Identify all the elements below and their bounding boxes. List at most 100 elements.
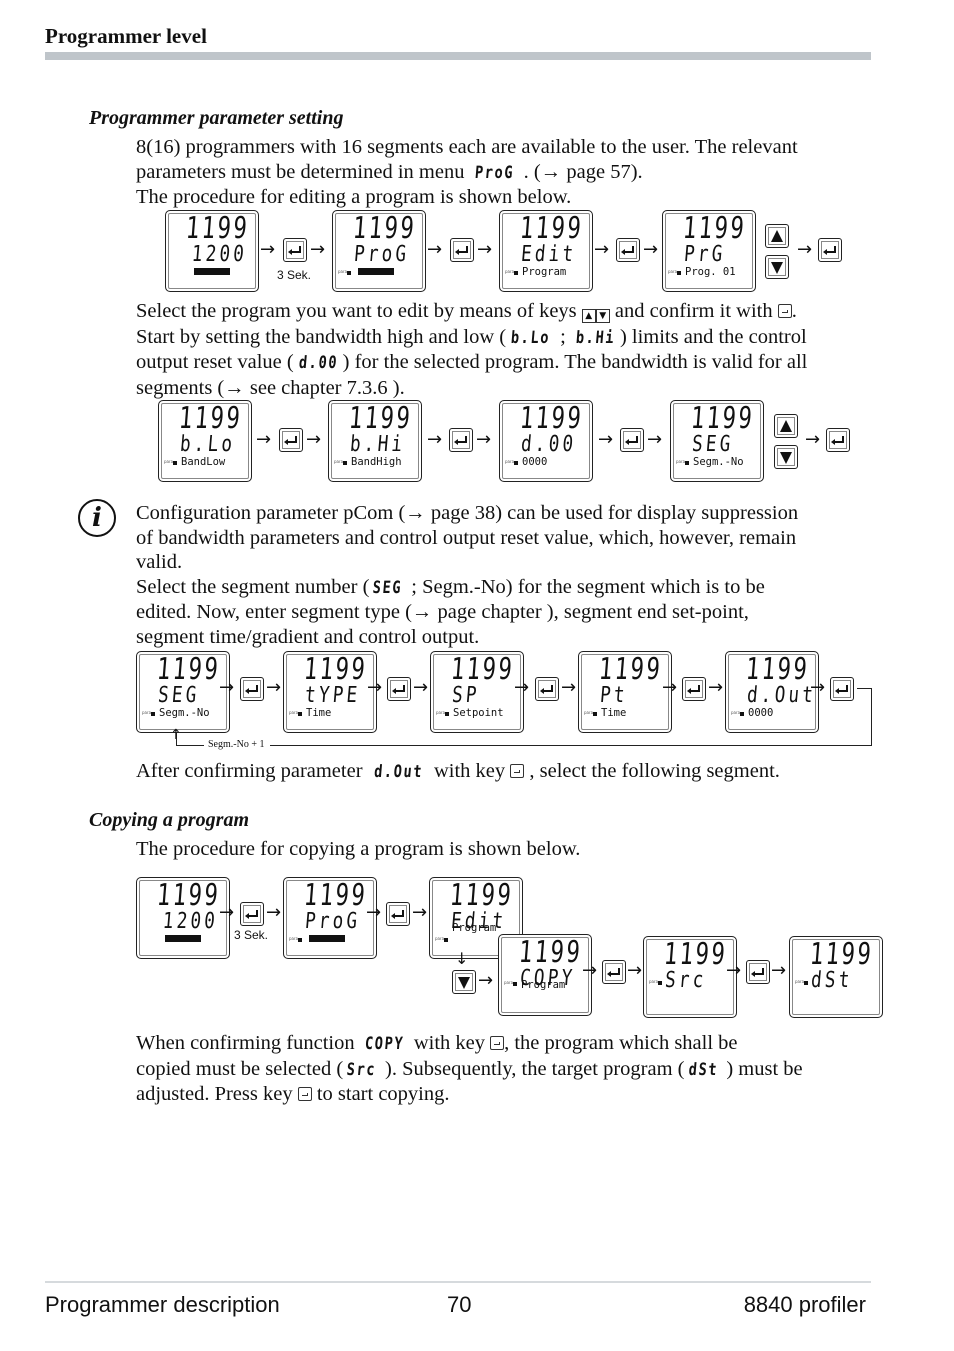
enter-key-button[interactable] bbox=[818, 238, 842, 262]
loop-connector bbox=[857, 688, 872, 689]
enter-key-button[interactable] bbox=[830, 677, 854, 701]
display-parameter: tYPE bbox=[303, 683, 362, 708]
status-led-icon bbox=[676, 459, 691, 467]
controller-display: 1199 b.Lo BandLow bbox=[158, 400, 252, 482]
text-line: Start by setting the bandwidth high and … bbox=[136, 325, 876, 351]
paragraph-next-segment: After confirming parameter d.Out with ke… bbox=[136, 759, 876, 785]
controller-display: 1199 Pt Time bbox=[578, 651, 672, 733]
display-code: SEG bbox=[372, 577, 404, 598]
enter-key-button[interactable] bbox=[279, 428, 303, 452]
arrow-right-icon: → bbox=[219, 677, 235, 698]
text-line: segments (→ see chapter 7.3.6 ). bbox=[136, 376, 405, 399]
enter-key-button[interactable] bbox=[240, 677, 264, 701]
arrow-right-icon: → bbox=[427, 429, 443, 450]
enter-key-button[interactable] bbox=[449, 428, 473, 452]
controller-display: 1199 COPY Program bbox=[498, 934, 592, 1016]
text-span: . bbox=[791, 300, 797, 322]
enter-key-button[interactable] bbox=[826, 428, 850, 452]
info-icon: i bbox=[78, 499, 116, 537]
arrow-right-icon: → bbox=[805, 429, 821, 450]
display-bargraph bbox=[165, 935, 201, 942]
display-process-value: 1199 bbox=[184, 211, 251, 246]
text-span: ) must be bbox=[721, 1057, 803, 1080]
arrow-right-icon: → bbox=[310, 239, 326, 260]
page-section-title: Programmer level bbox=[45, 24, 207, 48]
display-process-value: 1199 bbox=[155, 878, 222, 913]
controller-display: 1199 d.Out 0000 bbox=[725, 651, 819, 733]
enter-key-button[interactable] bbox=[602, 960, 626, 984]
up-key-button[interactable] bbox=[765, 224, 789, 248]
display-process-value: 1199 bbox=[681, 211, 748, 246]
display-process-value: 1199 bbox=[662, 937, 729, 972]
display-text-label: Segm.-No bbox=[693, 456, 744, 468]
paragraph-intro: 8(16) programmers with 16 segments each … bbox=[136, 135, 876, 210]
display-parameter: Edit bbox=[519, 242, 578, 267]
text-line: edited. Now, enter segment type (→ page … bbox=[136, 601, 749, 624]
enter-key-button[interactable] bbox=[283, 238, 307, 262]
text-span: parameters must be determined in menu bbox=[136, 160, 470, 183]
text-line: copied must be selected (Src ). Subseque… bbox=[136, 1057, 876, 1083]
arrow-right-icon: → bbox=[478, 970, 494, 991]
text-span: with key bbox=[428, 760, 511, 782]
display-parameter: 1200 bbox=[161, 909, 220, 934]
up-key-icon: ▲ bbox=[581, 309, 596, 323]
arrow-right-icon: → bbox=[598, 429, 614, 450]
enter-key-icon bbox=[490, 1036, 505, 1050]
enter-key-button[interactable] bbox=[682, 677, 706, 701]
controller-display: 1199 SP Setpoint bbox=[430, 651, 524, 733]
display-process-value: 1199 bbox=[302, 652, 369, 687]
text-span: copied must be selected ( bbox=[136, 1057, 344, 1080]
display-process-value: 1199 bbox=[177, 401, 244, 436]
hold-duration-label: 3 Sek. bbox=[277, 268, 312, 282]
text-span: ) limits and the control bbox=[619, 325, 807, 348]
loop-connector bbox=[871, 688, 872, 746]
status-led-icon bbox=[505, 269, 520, 277]
arrow-right-icon: → bbox=[643, 239, 659, 260]
down-key-icon: ▼ bbox=[595, 309, 610, 323]
up-key-button[interactable] bbox=[774, 414, 798, 438]
arrow-right-icon: → bbox=[266, 902, 282, 923]
status-led-icon bbox=[435, 936, 450, 944]
display-process-value: 1199 bbox=[517, 935, 584, 970]
down-key-button[interactable] bbox=[452, 970, 476, 994]
controller-display: 1199 SEG Segm.-No bbox=[670, 400, 764, 482]
display-parameter: d.Out bbox=[745, 683, 818, 708]
display-code: b.Hi bbox=[575, 327, 616, 348]
display-text-label: Program bbox=[522, 266, 567, 278]
display-code: ProG bbox=[473, 162, 515, 183]
down-key-button[interactable] bbox=[774, 445, 798, 469]
text-span: Start by setting the bandwidth high and … bbox=[136, 325, 507, 348]
text-span: , select the following segment. bbox=[524, 760, 780, 782]
enter-key-button[interactable] bbox=[535, 677, 559, 701]
display-code: d.Out bbox=[372, 762, 424, 782]
enter-key-button[interactable] bbox=[387, 677, 411, 701]
down-key-button[interactable] bbox=[765, 255, 789, 279]
text-span: ). Subsequently, the target program ( bbox=[379, 1057, 685, 1080]
enter-key-button[interactable] bbox=[616, 238, 640, 262]
display-process-value: 1199 bbox=[347, 401, 414, 436]
display-code: b.Lo bbox=[510, 327, 552, 348]
controller-display: 1199 dSt bbox=[789, 936, 883, 1018]
text-line: Configuration parameter pCom (→ page 38)… bbox=[136, 502, 799, 524]
display-process-value: 1199 bbox=[518, 401, 585, 436]
text-line: The procedure for editing a program is s… bbox=[136, 186, 572, 209]
hold-duration-label: 3 Sek. bbox=[234, 928, 269, 942]
enter-key-button[interactable] bbox=[240, 902, 264, 926]
arrow-right-icon: → bbox=[367, 677, 383, 698]
text-line: When confirming function COPY with key ,… bbox=[136, 1031, 876, 1057]
enter-key-button[interactable] bbox=[620, 428, 644, 452]
enter-key-button[interactable] bbox=[450, 238, 474, 262]
arrow-right-icon: → bbox=[412, 902, 428, 923]
display-process-value: 1199 bbox=[808, 937, 875, 972]
display-parameter: PrG bbox=[682, 242, 727, 267]
enter-key-button[interactable] bbox=[746, 960, 770, 984]
paragraph-note: Configuration parameter pCom (→ page 38)… bbox=[136, 501, 876, 650]
display-parameter: SEG bbox=[690, 432, 735, 457]
arrow-right-icon: → bbox=[427, 239, 443, 260]
display-process-value: 1199 bbox=[597, 652, 664, 687]
display-bargraph bbox=[358, 268, 394, 275]
enter-key-button[interactable] bbox=[386, 902, 410, 926]
loop-label: Segm.-No + 1 bbox=[208, 739, 265, 750]
display-bargraph bbox=[194, 268, 230, 275]
arrow-right-icon: → bbox=[413, 677, 429, 698]
